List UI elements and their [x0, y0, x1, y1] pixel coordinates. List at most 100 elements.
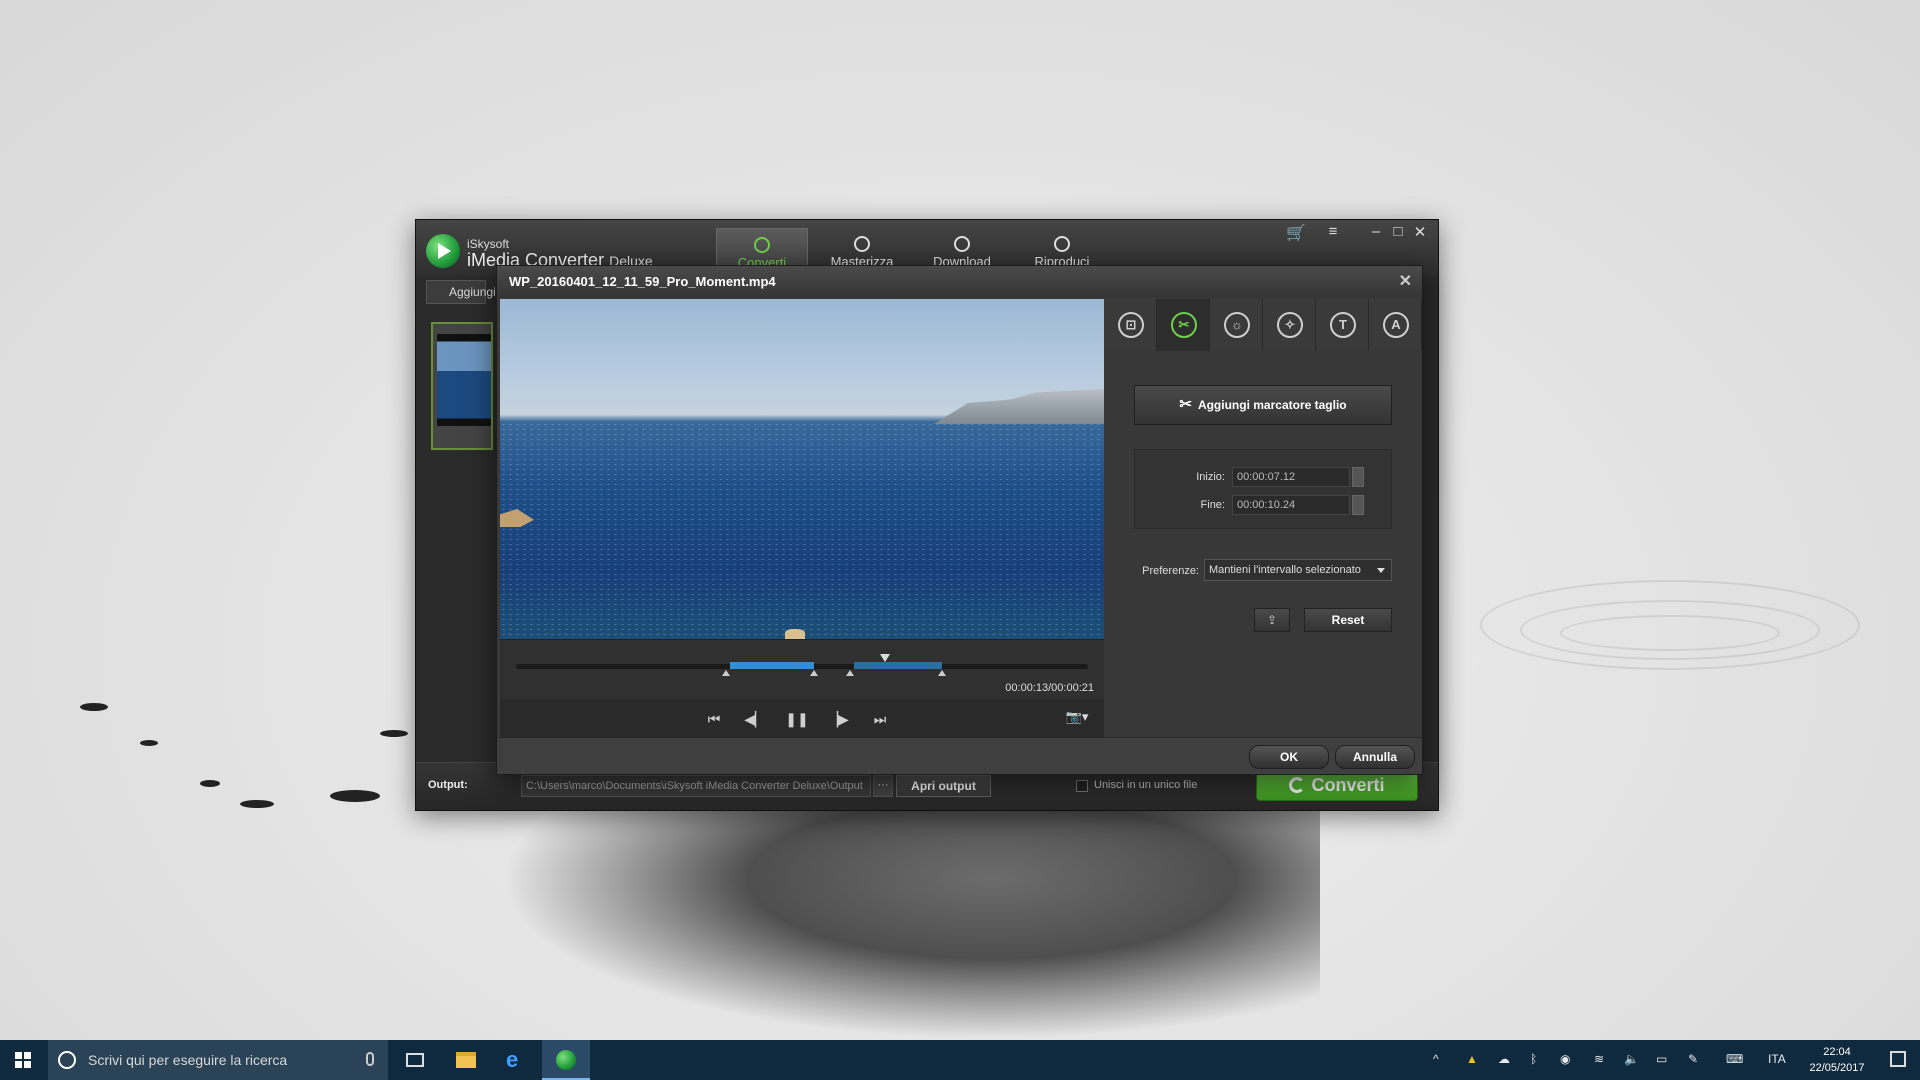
- subtitle-tool-icon: A: [1383, 312, 1409, 338]
- search-placeholder: Scrivi qui per eseguire la ricerca: [88, 1052, 288, 1068]
- bluetooth-icon[interactable]: ᛒ: [1530, 1052, 1537, 1066]
- pen-icon[interactable]: ✎: [1688, 1052, 1698, 1066]
- preferences-select[interactable]: Mantieni l'intervallo selezionato: [1204, 559, 1392, 581]
- merge-checkbox[interactable]: [1076, 780, 1088, 792]
- brand-small: iSkysoft: [467, 237, 510, 251]
- tool-tab-trim[interactable]: ✂: [1157, 299, 1210, 351]
- record-icon[interactable]: ◉: [1560, 1052, 1570, 1066]
- preferences-label: Preferenze:: [1142, 565, 1199, 577]
- output-path-field[interactable]: C:\Users\marco\Documents\iSkysoft iMedia…: [521, 775, 871, 797]
- enhance-tool-icon: ✧: [1277, 312, 1303, 338]
- tool-tab-enhance[interactable]: ✧: [1263, 299, 1316, 351]
- skip-end-icon[interactable]: ⏭: [868, 709, 892, 729]
- end-label: Fine:: [1200, 499, 1225, 511]
- volume-icon[interactable]: 🔈: [1624, 1052, 1639, 1066]
- dialog-close-icon[interactable]: ✕: [1399, 266, 1412, 298]
- maximize-button[interactable]: □: [1388, 223, 1408, 240]
- edge-button[interactable]: e: [492, 1040, 540, 1080]
- tool-tab-subtitle[interactable]: A: [1369, 299, 1422, 351]
- windows-icon: [15, 1052, 31, 1068]
- clock-date: 22/05/2017: [1809, 1062, 1865, 1074]
- menu-icon[interactable]: ≡: [1323, 223, 1343, 240]
- crop-tool-icon: ⊡: [1118, 312, 1144, 338]
- tool-tab-effect[interactable]: ☼: [1210, 299, 1263, 351]
- chevron-up-icon[interactable]: ^: [1433, 1052, 1439, 1066]
- microphone-icon[interactable]: [366, 1052, 374, 1066]
- export-segment-button[interactable]: ⇪: [1254, 608, 1290, 632]
- taskbar-search[interactable]: Scrivi qui per eseguire la ricerca: [48, 1040, 388, 1080]
- open-output-button[interactable]: Apri output: [896, 775, 991, 797]
- video-preview: [500, 299, 1104, 639]
- close-button[interactable]: ✕: [1410, 223, 1430, 241]
- cortana-icon: [58, 1051, 76, 1069]
- imedia-converter-taskbar-button[interactable]: [542, 1040, 590, 1080]
- ok-button[interactable]: OK: [1249, 745, 1329, 769]
- google-drive-icon[interactable]: ▲: [1466, 1052, 1478, 1066]
- preferences-value: Mantieni l'intervallo selezionato: [1209, 564, 1361, 576]
- download-icon: [954, 236, 970, 252]
- file-explorer-button[interactable]: [442, 1040, 490, 1080]
- trim-tool-icon: ✂: [1171, 312, 1197, 338]
- video-rock: [785, 629, 805, 639]
- start-time-stepper[interactable]: [1352, 467, 1364, 487]
- play-circle-icon: [1054, 236, 1070, 252]
- playhead-handle[interactable]: [880, 654, 890, 662]
- battery-icon[interactable]: ▭: [1656, 1052, 1667, 1066]
- reset-button[interactable]: Reset: [1304, 608, 1392, 632]
- trim-segment-2[interactable]: [854, 662, 942, 669]
- taskbar: Scrivi qui per eseguire la ricerca e ^ ▲…: [0, 1040, 1920, 1080]
- end-time-input[interactable]: 00:00:10.24: [1232, 495, 1350, 515]
- output-label: Output:: [428, 779, 468, 791]
- chevron-down-icon: [1377, 568, 1385, 573]
- video-cliff: [934, 389, 1104, 424]
- tool-tab-watermark[interactable]: T: [1316, 299, 1369, 351]
- add-files-button[interactable]: Aggiungi: [426, 280, 496, 304]
- cancel-button[interactable]: Annulla: [1335, 745, 1415, 769]
- watermark-tool-icon: T: [1330, 312, 1356, 338]
- minimize-button[interactable]: –: [1366, 223, 1386, 240]
- edit-dialog: WP_20160401_12_11_59_Pro_Moment.mp4 ✕ 00…: [496, 265, 1423, 775]
- segment-end-handle[interactable]: [938, 670, 946, 676]
- language-indicator[interactable]: ITA: [1768, 1052, 1786, 1066]
- add-cut-marker-button[interactable]: ✂ Aggiungi marcatore taglio: [1134, 385, 1392, 425]
- pause-icon[interactable]: ❚❚: [785, 709, 809, 729]
- edit-tool-tabs: ⊡ ✂ ☼ ✧ T A: [1104, 299, 1422, 351]
- clock[interactable]: 22:04 22/05/2017: [1802, 1044, 1872, 1076]
- onedrive-icon[interactable]: ☁: [1498, 1052, 1510, 1066]
- dialog-title: WP_20160401_12_11_59_Pro_Moment.mp4 ✕: [497, 266, 1422, 298]
- convert-icon: [1289, 777, 1306, 793]
- app-logo-icon: [426, 234, 460, 268]
- folder-icon: [456, 1052, 476, 1068]
- start-label: Inizio:: [1196, 471, 1225, 483]
- add-files-label: Aggiungi: [449, 285, 496, 299]
- step-forward-icon[interactable]: ▕▶: [826, 709, 850, 729]
- segment-start-handle[interactable]: [846, 670, 854, 676]
- trim-timeline[interactable]: 00:00:13/00:00:21: [500, 639, 1104, 699]
- start-button[interactable]: [0, 1040, 46, 1080]
- notification-icon[interactable]: [1890, 1051, 1906, 1067]
- snapshot-icon[interactable]: 📷▾: [1062, 709, 1092, 729]
- add-marker-label: Aggiungi marcatore taglio: [1197, 398, 1347, 412]
- step-back-icon[interactable]: ◀▏: [743, 709, 767, 729]
- merge-label: Unisci in un unico file: [1094, 779, 1198, 791]
- cart-icon[interactable]: 🛒: [1286, 223, 1306, 242]
- start-time-input[interactable]: 00:00:07.12: [1232, 467, 1350, 487]
- segment-end-handle[interactable]: [810, 670, 818, 676]
- imedia-converter-icon: [556, 1050, 576, 1070]
- trim-segment-1[interactable]: [730, 662, 814, 669]
- time-readout: 00:00:13/00:00:21: [1005, 682, 1094, 694]
- end-time-stepper[interactable]: [1352, 495, 1364, 515]
- task-view-icon: [406, 1053, 424, 1067]
- browse-output-button[interactable]: ···: [873, 775, 893, 797]
- task-view-button[interactable]: [392, 1040, 440, 1080]
- trim-panel: ✂ Aggiungi marcatore taglio Inizio: 00:00…: [1104, 351, 1421, 739]
- keyboard-icon[interactable]: ⌨: [1726, 1052, 1743, 1066]
- tool-tab-crop[interactable]: ⊡: [1104, 299, 1157, 351]
- file-thumbnail[interactable]: [431, 322, 493, 450]
- edge-icon: e: [506, 1047, 519, 1072]
- wifi-icon[interactable]: ≋: [1594, 1052, 1604, 1066]
- skip-start-icon[interactable]: ⏮: [702, 709, 726, 729]
- scissors-icon: ✂: [1179, 396, 1192, 413]
- disc-icon: [854, 236, 870, 252]
- segment-start-handle[interactable]: [722, 670, 730, 676]
